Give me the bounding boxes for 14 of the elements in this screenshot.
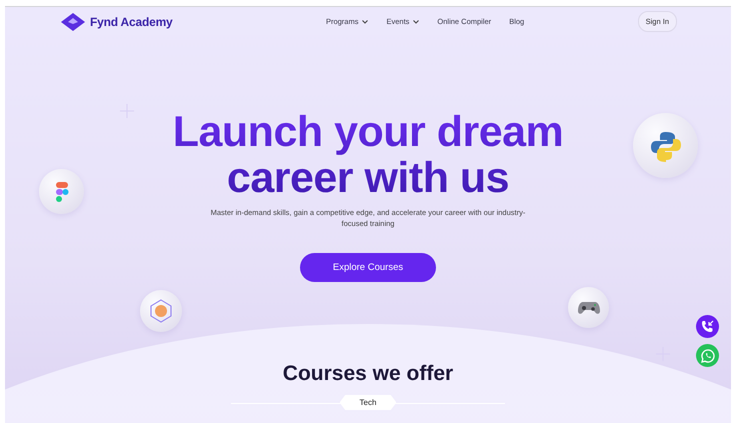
- call-button[interactable]: [696, 315, 719, 338]
- python-icon: [650, 130, 682, 162]
- category-tab[interactable]: Tech: [340, 395, 396, 410]
- section-heading: Courses we offer: [282, 362, 454, 386]
- chat-phone-icon: [700, 348, 714, 362]
- phone-icon: [701, 320, 714, 333]
- gamepad-icon: [578, 300, 600, 314]
- explore-courses-button[interactable]: Explore Courses: [300, 253, 436, 282]
- polyhedron-icon: [149, 299, 173, 323]
- chevron-down-icon: [413, 20, 420, 24]
- logo-icon: [61, 12, 85, 30]
- design-tool-icon: [54, 182, 68, 202]
- brand-name[interactable]: Fynd Academy: [90, 14, 173, 28]
- chevron-down-icon: [362, 20, 368, 24]
